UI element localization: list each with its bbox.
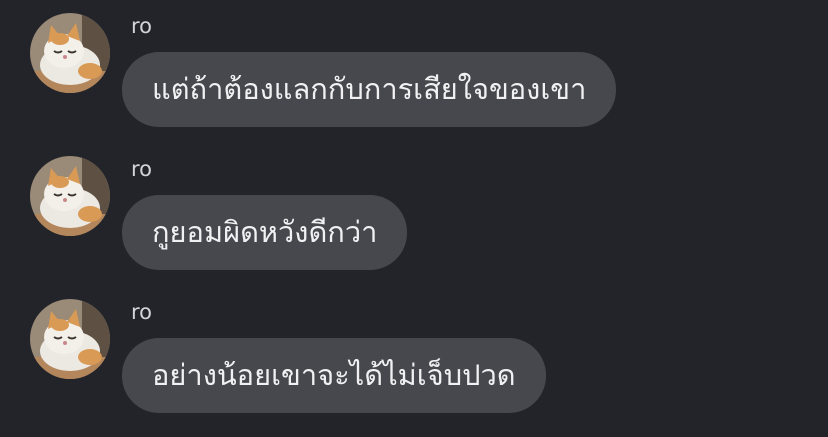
sender-name: ro	[131, 300, 153, 324]
chat-message: ro กูยอมผิดหวังดีกว่า	[0, 143, 828, 286]
chat-message: ro แต่ถ้าต้องแลกกับการเสียใจของเขา	[0, 0, 828, 143]
message-bubble[interactable]: อย่างน้อยเขาจะได้ไม่เจ็บปวด	[122, 338, 546, 413]
sender-name: ro	[131, 157, 153, 181]
message-text: แต่ถ้าต้องแลกกับการเสียใจของเขา	[152, 72, 587, 106]
cat-avatar-icon[interactable]	[30, 13, 110, 93]
message-bubble[interactable]: กูยอมผิดหวังดีกว่า	[122, 195, 408, 270]
chat-message: ro อย่างน้อยเขาจะได้ไม่เจ็บปวด	[0, 286, 828, 429]
message-bubble[interactable]: แต่ถ้าต้องแลกกับการเสียใจของเขา	[122, 52, 617, 127]
message-text: กูยอมผิดหวังดีกว่า	[152, 215, 378, 249]
message-text: อย่างน้อยเขาจะได้ไม่เจ็บปวด	[152, 358, 516, 392]
cat-avatar-icon[interactable]	[30, 299, 110, 379]
cat-avatar-icon[interactable]	[30, 156, 110, 236]
sender-name: ro	[131, 14, 153, 38]
